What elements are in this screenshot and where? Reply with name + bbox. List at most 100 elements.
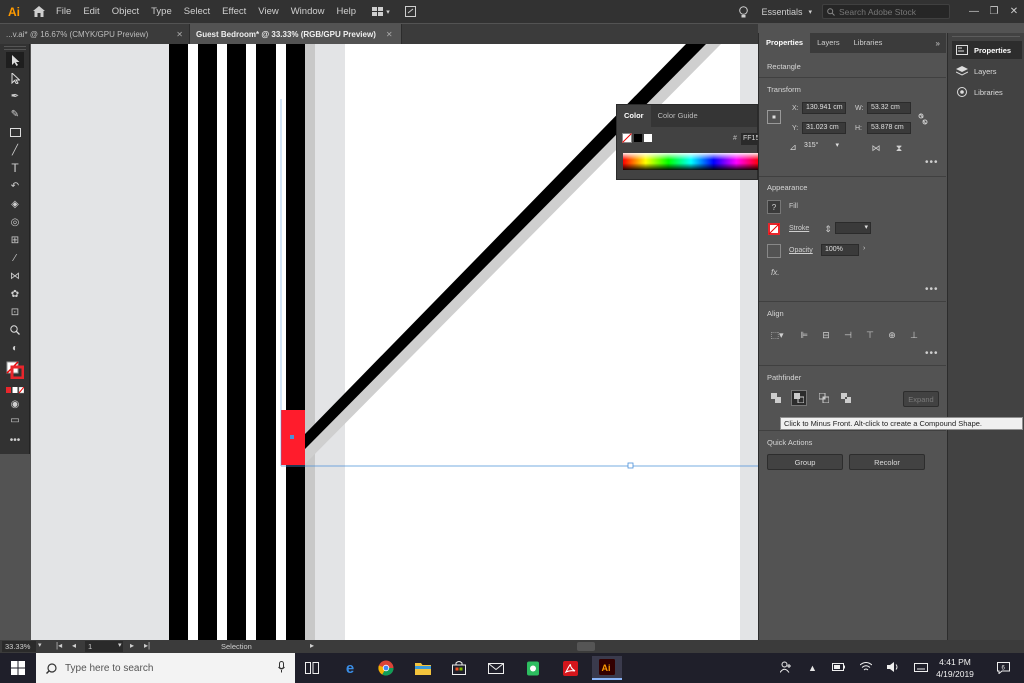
zoom-select[interactable]: 33.33% (2, 641, 36, 652)
shape-builder-tool-icon[interactable]: ◎ (6, 214, 24, 230)
more-options-icon[interactable]: ••• (925, 284, 939, 295)
edge-browser-icon[interactable]: e (335, 656, 365, 680)
opacity-input[interactable]: 100% (821, 244, 859, 256)
menu-help[interactable]: Help (331, 0, 363, 23)
close-icon[interactable]: ✕ (386, 30, 393, 39)
selection-tool-icon[interactable] (6, 52, 24, 68)
opacity-label[interactable]: Opacity (789, 247, 813, 254)
blend-tool-icon[interactable]: ⋈ (6, 268, 24, 284)
illustrator-taskbar-icon[interactable]: Ai (592, 656, 622, 680)
evernote-icon[interactable] (518, 656, 548, 680)
group-button[interactable]: Group (767, 454, 843, 470)
flip-vertical-icon[interactable]: ⧗ (892, 141, 906, 155)
default-colors-icon[interactable]: ◐ (6, 340, 24, 356)
menu-type[interactable]: Type (145, 0, 178, 23)
tab-color[interactable]: Color (617, 105, 651, 127)
zoom-tool-icon[interactable] (6, 322, 24, 338)
menu-view[interactable]: View (252, 0, 284, 23)
menu-object[interactable]: Object (106, 0, 145, 23)
wifi-icon[interactable] (859, 662, 873, 674)
constrain-proportions-icon[interactable] (916, 112, 930, 126)
fill-stroke-mini-icon[interactable] (622, 133, 654, 145)
gpu-preview-button[interactable] (400, 0, 420, 23)
align-left-icon[interactable]: ⊫ (797, 328, 811, 342)
curvature-tool-icon[interactable]: ✎ (6, 106, 24, 122)
tab-libraries[interactable]: Libraries (847, 33, 890, 53)
screen-mode-icon[interactable]: ▭ (6, 412, 24, 428)
home-icon[interactable] (28, 0, 50, 23)
stroke-weight-stepper-icon[interactable]: ⇕ (821, 222, 835, 236)
y-input[interactable]: 31.023 cm (802, 122, 846, 134)
stroke-label[interactable]: Stroke (789, 225, 809, 232)
direct-selection-tool-icon[interactable] (6, 70, 24, 86)
type-tool-icon[interactable]: T (6, 160, 24, 176)
artboard-tool-icon[interactable]: ⊡ (6, 304, 24, 320)
align-middle-icon[interactable]: ⊕ (885, 328, 899, 342)
start-button[interactable] (0, 653, 36, 683)
tab-document-1[interactable]: ...v.ai* @ 16.67% (CMYK/GPU Preview) ✕ (0, 24, 190, 44)
drawing-mode-icon[interactable]: ◉ (6, 396, 24, 412)
last-artboard-icon[interactable]: ▸| (144, 641, 150, 650)
more-options-icon[interactable]: ••• (925, 157, 939, 168)
chrome-browser-icon[interactable] (371, 656, 401, 680)
show-hidden-icons-icon[interactable]: ▲ (808, 663, 817, 673)
more-options-icon[interactable]: ••• (925, 348, 939, 359)
color-spectrum[interactable] (623, 153, 759, 170)
menu-select[interactable]: Select (178, 0, 216, 23)
rotation-select[interactable]: 315° ▾ (801, 141, 841, 153)
tab-properties[interactable]: Properties (759, 33, 811, 53)
eraser-tool-icon[interactable]: ◈ (6, 196, 24, 212)
align-bottom-icon[interactable]: ⊥ (907, 328, 921, 342)
arrange-documents-button[interactable]: ▾ (362, 0, 400, 23)
exclude-icon[interactable] (839, 391, 853, 405)
flip-horizontal-icon[interactable]: ⋈ (869, 141, 883, 155)
toolbar-grip[interactable] (4, 46, 26, 50)
h-input[interactable]: 53.878 cm (867, 122, 911, 134)
menu-edit[interactable]: Edit (77, 0, 105, 23)
rectangle-tool-icon[interactable] (6, 124, 24, 140)
store-icon[interactable] (444, 656, 474, 680)
expand-button[interactable]: Expand (903, 391, 939, 407)
action-center-icon[interactable]: 6 (990, 656, 1016, 680)
battery-icon[interactable] (831, 663, 845, 673)
dock-layers[interactable]: Layers (952, 62, 1022, 80)
people-icon[interactable] (779, 661, 793, 675)
taskbar-search-input[interactable]: Type here to search (36, 653, 295, 683)
minimize-button[interactable]: — (964, 0, 984, 23)
edit-toolbar-icon[interactable]: ••• (6, 432, 24, 448)
horizontal-scrollbar-thumb[interactable] (577, 642, 595, 651)
file-explorer-icon[interactable] (408, 656, 438, 680)
recolor-button[interactable]: Recolor (849, 454, 925, 470)
align-right-icon[interactable]: ⊣ (841, 328, 855, 342)
fx-button[interactable]: fx. (771, 268, 779, 277)
chevron-right-icon[interactable]: › (863, 245, 865, 252)
tab-layers[interactable]: Layers (810, 33, 847, 53)
task-view-icon[interactable] (297, 656, 327, 680)
close-icon[interactable]: ✕ (176, 30, 183, 39)
collapse-panel-icon[interactable]: » (936, 39, 940, 48)
align-top-icon[interactable]: ⊤ (863, 328, 877, 342)
stroke-swatch[interactable] (767, 222, 781, 236)
align-center-icon[interactable]: ⊟ (819, 328, 833, 342)
symbol-sprayer-tool-icon[interactable]: ✿ (6, 286, 24, 302)
menu-window[interactable]: Window (285, 0, 331, 23)
w-input[interactable]: 53.32 cm (867, 102, 911, 114)
keyboard-icon[interactable] (913, 662, 928, 674)
stroke-weight-input[interactable]: ▾ (835, 222, 871, 234)
first-artboard-icon[interactable]: |◂ (56, 641, 62, 650)
align-to-icon[interactable]: ⬚▾ (767, 328, 787, 342)
workspace-switcher[interactable]: Essentials (761, 7, 802, 17)
acrobat-icon[interactable] (555, 656, 585, 680)
dock-properties[interactable]: Properties (952, 41, 1022, 59)
rotate-tool-icon[interactable]: ↶ (6, 178, 24, 194)
tab-guest-bedroom[interactable]: Guest Bedroom* @ 33.33% (RGB/GPU Preview… (190, 24, 402, 44)
reference-point-icon[interactable] (767, 110, 781, 124)
unite-icon[interactable] (769, 391, 783, 405)
microphone-icon[interactable] (278, 660, 285, 676)
next-artboard-icon[interactable]: ▸ (130, 641, 134, 650)
volume-icon[interactable] (886, 662, 899, 674)
restore-button[interactable]: ❐ (984, 0, 1004, 23)
bulb-icon[interactable] (733, 0, 753, 23)
x-input[interactable]: 130.941 cm (802, 102, 846, 114)
prev-artboard-icon[interactable]: ◂ (72, 641, 76, 650)
